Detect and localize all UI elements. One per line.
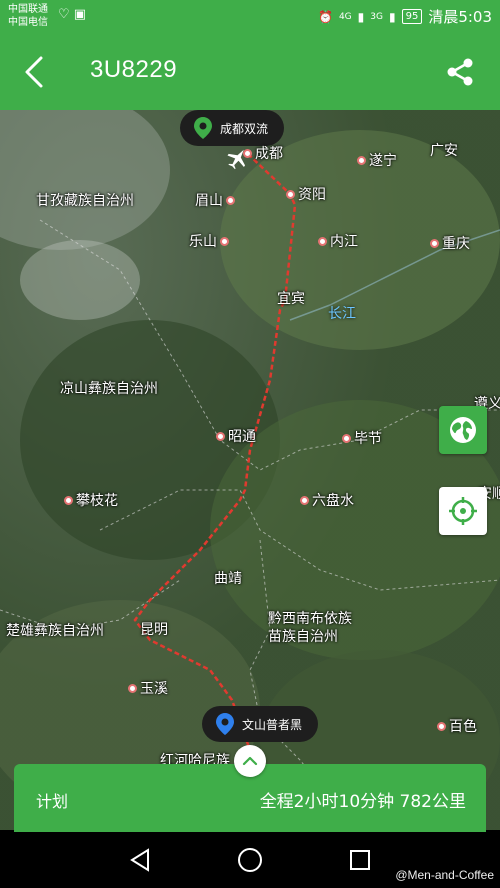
city-dot-icon xyxy=(128,683,137,693)
nav-recents-button[interactable] xyxy=(344,844,376,876)
city-panzhihua: 攀枝花 xyxy=(64,490,118,510)
triangle-back-icon xyxy=(130,848,149,872)
expand-card-button[interactable] xyxy=(234,745,266,777)
city-neijiang: 内江 xyxy=(318,231,358,251)
destination-airport-name: 文山普者黑 xyxy=(242,717,303,732)
city-yibin: 宜宾 xyxy=(277,288,305,308)
region-qianxinan-2: 苗族自治州 xyxy=(268,629,338,645)
locate-button[interactable] xyxy=(439,487,487,535)
status-bar: 中国联通 中国电信 ♡ ▣ ⏰ 4G ▮ 3G ▮ 95 清晨5:03 xyxy=(0,0,500,34)
status-right: ⏰ 4G ▮ 3G ▮ 95 清晨5:03 xyxy=(318,6,492,27)
city-label: 内江 xyxy=(330,234,358,250)
city-dot-icon xyxy=(286,189,295,199)
city-dot-icon xyxy=(300,495,309,505)
carrier-labels: 中国联通 中国电信 xyxy=(8,3,48,29)
chevron-left-icon xyxy=(25,56,43,88)
app-bar: 3U8229 xyxy=(0,34,500,110)
status-time: 清晨5:03 xyxy=(428,8,492,26)
city-zhaotong: 昭通 xyxy=(216,426,256,446)
city-dot-icon xyxy=(64,495,73,505)
city-label: 百色 xyxy=(449,719,477,735)
city-bijie: 毕节 xyxy=(342,428,382,448)
city-label: 六盘水 xyxy=(312,493,354,509)
satellite-map[interactable]: 成都双流 成都 遂宁 广安 资阳 眉山 乐山 内江 重庆 宜宾 昭通 毕节 攀枝… xyxy=(0,110,500,830)
carrier-1: 中国联通 xyxy=(8,4,48,15)
region-qianxinan-1: 黔西南布依族 xyxy=(268,611,352,627)
origin-label[interactable]: 成都双流 xyxy=(180,110,285,146)
net-1-label: 4G xyxy=(338,11,352,22)
city-dot-icon xyxy=(437,721,446,731)
region-chuxiong: 楚雄彝族自治州 xyxy=(6,623,104,639)
city-ziyang: 资阳 xyxy=(286,184,326,204)
city-chongqing: 重庆 xyxy=(430,233,470,253)
plan-summary: 全程2小时10分钟 782公里 xyxy=(259,792,466,812)
region-ganzi: 甘孜藏族自治州 xyxy=(36,193,134,209)
city-yuxi: 玉溪 xyxy=(128,678,168,698)
signal-icon-1: ▮ xyxy=(357,9,365,24)
city-label: 宜宾 xyxy=(277,291,305,307)
destination-pin-icon xyxy=(216,713,234,735)
nav-home-button[interactable] xyxy=(234,844,266,876)
city-dot-icon xyxy=(216,431,225,441)
city-dot-icon xyxy=(318,236,327,246)
destination-label[interactable]: 文山普者黑 xyxy=(202,706,319,742)
plan-label: 计划 xyxy=(36,792,69,811)
city-dot-icon xyxy=(226,195,235,205)
city-meishan: 眉山 xyxy=(195,190,235,210)
health-icon: ♡ xyxy=(58,7,70,22)
alarm-icon: ⏰ xyxy=(318,9,333,24)
city-dot-icon xyxy=(357,155,366,165)
city-chengdu: 成都 xyxy=(243,143,283,163)
city-dot-icon xyxy=(342,433,351,443)
square-recents-icon xyxy=(350,850,370,870)
watermark: @Men-and-Coffee xyxy=(395,868,494,882)
notification-icons: ♡ ▣ xyxy=(58,7,86,22)
share-icon xyxy=(447,58,473,86)
globe-icon xyxy=(450,417,476,443)
city-dot-icon xyxy=(220,236,229,246)
city-qujing: 曲靖 xyxy=(214,568,242,588)
share-button[interactable] xyxy=(440,52,480,92)
circle-home-icon xyxy=(238,848,262,872)
city-label: 攀枝花 xyxy=(76,493,118,509)
city-dot-icon xyxy=(430,238,439,248)
city-label: 眉山 xyxy=(195,193,223,209)
city-guangan: 广安 xyxy=(430,140,458,160)
city-label: 曲靖 xyxy=(214,571,242,587)
city-baise: 百色 xyxy=(437,716,477,736)
city-label: 重庆 xyxy=(442,236,470,252)
river-label: 长江 xyxy=(328,306,356,322)
nav-back-button[interactable] xyxy=(124,844,156,876)
back-button[interactable] xyxy=(14,52,54,92)
signal-icon-2: ▮ xyxy=(388,9,396,24)
city-label: 广安 xyxy=(430,143,458,159)
city-label: 乐山 xyxy=(189,234,217,250)
battery-indicator: 95 xyxy=(401,9,423,24)
city-label: 资阳 xyxy=(298,187,326,203)
city-liupanshui: 六盘水 xyxy=(300,490,354,510)
city-leshan: 乐山 xyxy=(189,231,229,251)
city-label: 昆明 xyxy=(140,622,168,638)
carrier-2: 中国电信 xyxy=(8,17,48,28)
city-suining: 遂宁 xyxy=(357,150,397,170)
city-label: 昭通 xyxy=(228,429,256,445)
chevron-up-icon xyxy=(242,756,258,766)
app-notification-icon: ▣ xyxy=(73,7,87,22)
net-2-label: 3G xyxy=(370,11,383,22)
city-label: 毕节 xyxy=(354,431,382,447)
origin-pin-icon xyxy=(194,117,212,139)
city-label: 遂宁 xyxy=(369,153,397,169)
flight-number-title: 3U8229 xyxy=(90,56,178,83)
city-label: 玉溪 xyxy=(140,681,168,697)
crosshair-icon xyxy=(449,497,477,525)
map-layer-button[interactable] xyxy=(439,406,487,454)
city-label: 成都 xyxy=(255,146,283,162)
city-kunming: 昆明 xyxy=(140,619,168,639)
system-nav-bar: @Men-and-Coffee xyxy=(0,832,500,888)
city-dot-icon xyxy=(243,148,252,158)
origin-airport-name: 成都双流 xyxy=(220,121,269,136)
region-liangshan: 凉山彝族自治州 xyxy=(60,381,158,397)
